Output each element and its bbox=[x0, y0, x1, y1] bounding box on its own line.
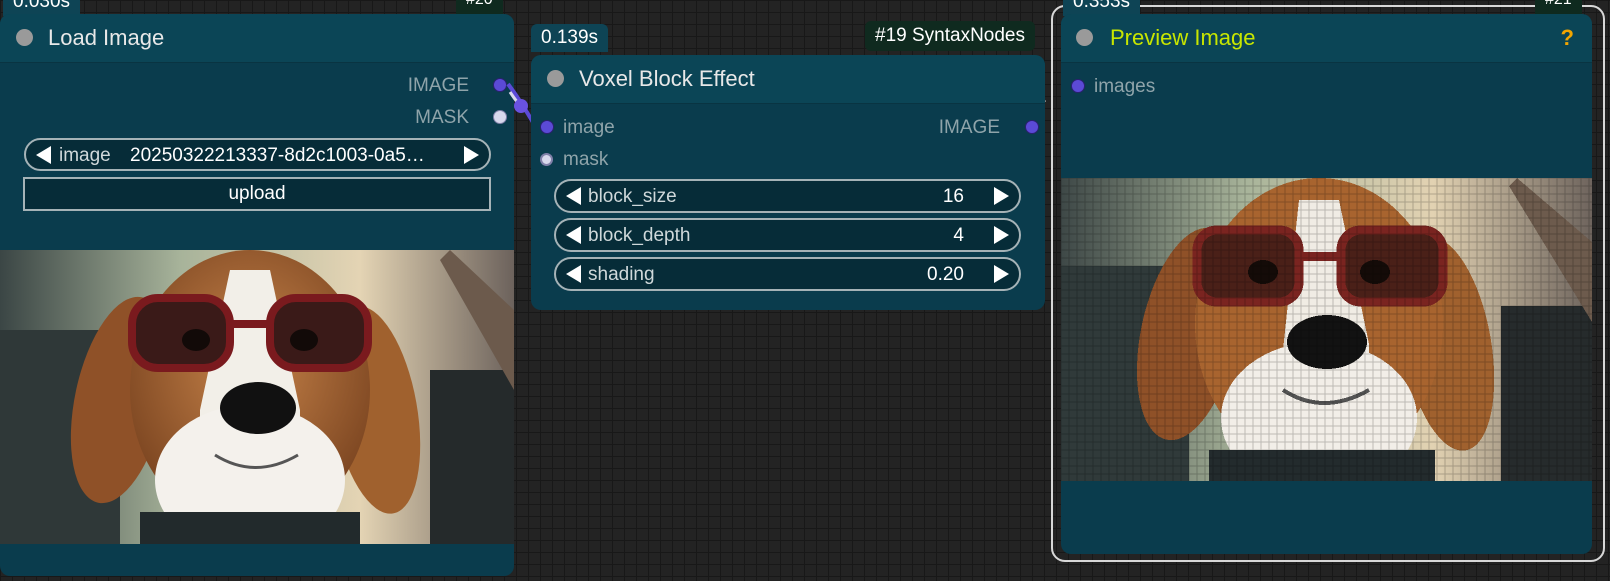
widget-value: 16 bbox=[942, 186, 964, 207]
arrow-left-icon[interactable] bbox=[36, 146, 51, 164]
widget-label: image bbox=[59, 145, 111, 166]
input-slot-images[interactable] bbox=[1071, 79, 1085, 93]
load-image-header[interactable]: Load Image bbox=[0, 14, 514, 63]
node-collapse-dot[interactable] bbox=[1076, 29, 1093, 46]
input-label-images: images bbox=[1094, 76, 1156, 97]
help-icon[interactable]: ? bbox=[1561, 25, 1574, 51]
input-slot-image[interactable] bbox=[540, 120, 554, 134]
arrow-left-icon[interactable] bbox=[566, 265, 581, 283]
block-size-widget[interactable]: block_size 16 bbox=[554, 179, 1021, 213]
output-label-image: IMAGE bbox=[407, 75, 469, 96]
widget-label: block_depth bbox=[588, 225, 691, 246]
voxel-block-effect-node[interactable]: Voxel Block Effect image mask IMAGE bloc… bbox=[531, 55, 1045, 310]
widget-value: 0.20 bbox=[927, 264, 964, 285]
widget-value: 20250322213337-8d2c1003-0a5… bbox=[130, 145, 425, 166]
source-image-preview bbox=[0, 250, 514, 544]
voxel-node-header[interactable]: Voxel Block Effect bbox=[531, 55, 1045, 104]
input-slot-mask[interactable] bbox=[540, 153, 553, 166]
preview-node-header[interactable]: Preview Image ? bbox=[1061, 14, 1592, 63]
widget-label: block_size bbox=[588, 186, 677, 207]
wire-endpoint bbox=[514, 99, 528, 113]
arrow-left-icon[interactable] bbox=[566, 187, 581, 205]
voxel-node-id-badge: #19 SyntaxNodes bbox=[865, 21, 1035, 51]
node-title: Preview Image bbox=[1110, 25, 1256, 50]
arrow-left-icon[interactable] bbox=[566, 226, 581, 244]
node-title: Load Image bbox=[48, 25, 165, 50]
widget-label: shading bbox=[588, 264, 655, 285]
widget-value: 4 bbox=[953, 225, 964, 246]
load-image-node[interactable]: Load Image IMAGE MASK image 202503222133… bbox=[0, 14, 514, 576]
arrow-right-icon[interactable] bbox=[994, 187, 1009, 205]
preview-output-image bbox=[1061, 178, 1592, 481]
node-title: Voxel Block Effect bbox=[579, 66, 755, 91]
image-select-widget[interactable]: image 20250322213337-8d2c1003-0a5… bbox=[24, 138, 491, 171]
output-label-image: IMAGE bbox=[938, 117, 1000, 138]
input-label-mask: mask bbox=[563, 149, 609, 170]
load-node-id-badge: #20 bbox=[456, 0, 503, 14]
arrow-right-icon[interactable] bbox=[464, 146, 479, 164]
input-label-image: image bbox=[563, 117, 615, 138]
voxel-node-timing: 0.139s bbox=[531, 24, 609, 52]
output-slot-image[interactable] bbox=[1025, 120, 1039, 134]
preview-node-id-badge: #21 bbox=[1535, 0, 1582, 14]
output-label-mask: MASK bbox=[415, 107, 469, 128]
node-collapse-dot[interactable] bbox=[16, 29, 33, 46]
arrow-right-icon[interactable] bbox=[994, 265, 1009, 283]
node-collapse-dot[interactable] bbox=[547, 70, 564, 87]
shading-widget[interactable]: shading 0.20 bbox=[554, 257, 1021, 291]
block-depth-widget[interactable]: block_depth 4 bbox=[554, 218, 1021, 252]
arrow-right-icon[interactable] bbox=[994, 226, 1009, 244]
preview-image-node[interactable]: Preview Image ? images bbox=[1061, 14, 1592, 554]
upload-button[interactable]: upload bbox=[23, 177, 491, 211]
